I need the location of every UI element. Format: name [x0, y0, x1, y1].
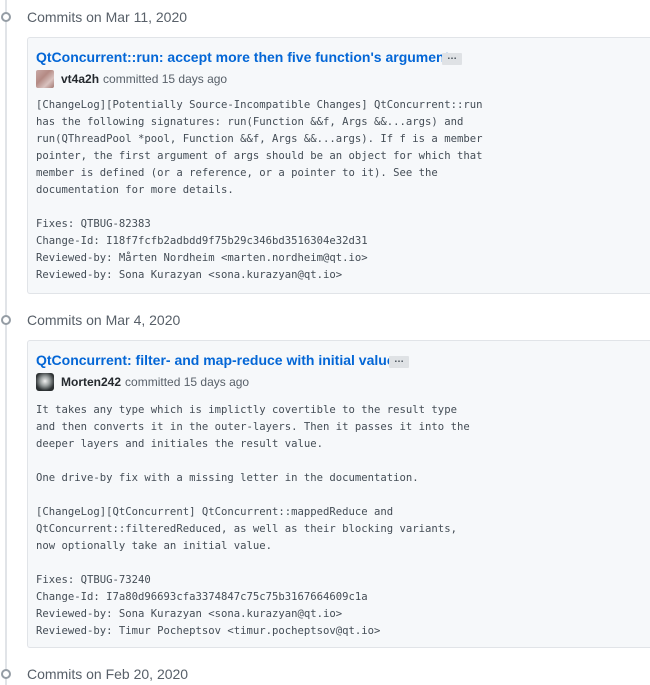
expand-message-button[interactable]: … — [442, 52, 462, 65]
commit-title-link[interactable]: QtConcurrent::run: accept more then five… — [36, 49, 457, 65]
commit-timestamp: committed 15 days ago — [125, 375, 250, 389]
commit-timestamp: committed 15 days ago — [103, 72, 228, 86]
commit-author-link[interactable]: Morten242 — [61, 375, 121, 389]
commit-author-link[interactable]: vt4a2h — [61, 72, 99, 86]
commit-title-link[interactable]: QtConcurrent: filter- and map-reduce wit… — [36, 352, 395, 368]
commit-card: QtConcurrent::run: accept more then five… — [27, 37, 650, 294]
commit-meta: Morten242 committed 15 days ago — [36, 373, 249, 391]
commit-timeline-line — [5, 0, 7, 685]
commit-icon — [1, 12, 11, 22]
commit-meta: vt4a2h committed 15 days ago — [36, 70, 227, 88]
avatar[interactable] — [36, 70, 54, 88]
commit-icon — [1, 315, 11, 325]
avatar[interactable] — [36, 373, 54, 391]
commit-message: [ChangeLog][Potentially Source-Incompati… — [36, 99, 483, 281]
commit-message: It takes any type which is implictly cov… — [36, 404, 470, 637]
commit-group-date: Commits on Feb 20, 2020 — [27, 666, 189, 682]
commit-card: QtConcurrent: filter- and map-reduce wit… — [27, 340, 650, 648]
commit-icon — [1, 669, 11, 679]
commit-group-date: Commits on Mar 4, 2020 — [27, 312, 181, 328]
commit-group-date: Commits on Mar 11, 2020 — [27, 9, 188, 25]
expand-message-button[interactable]: … — [389, 355, 409, 368]
